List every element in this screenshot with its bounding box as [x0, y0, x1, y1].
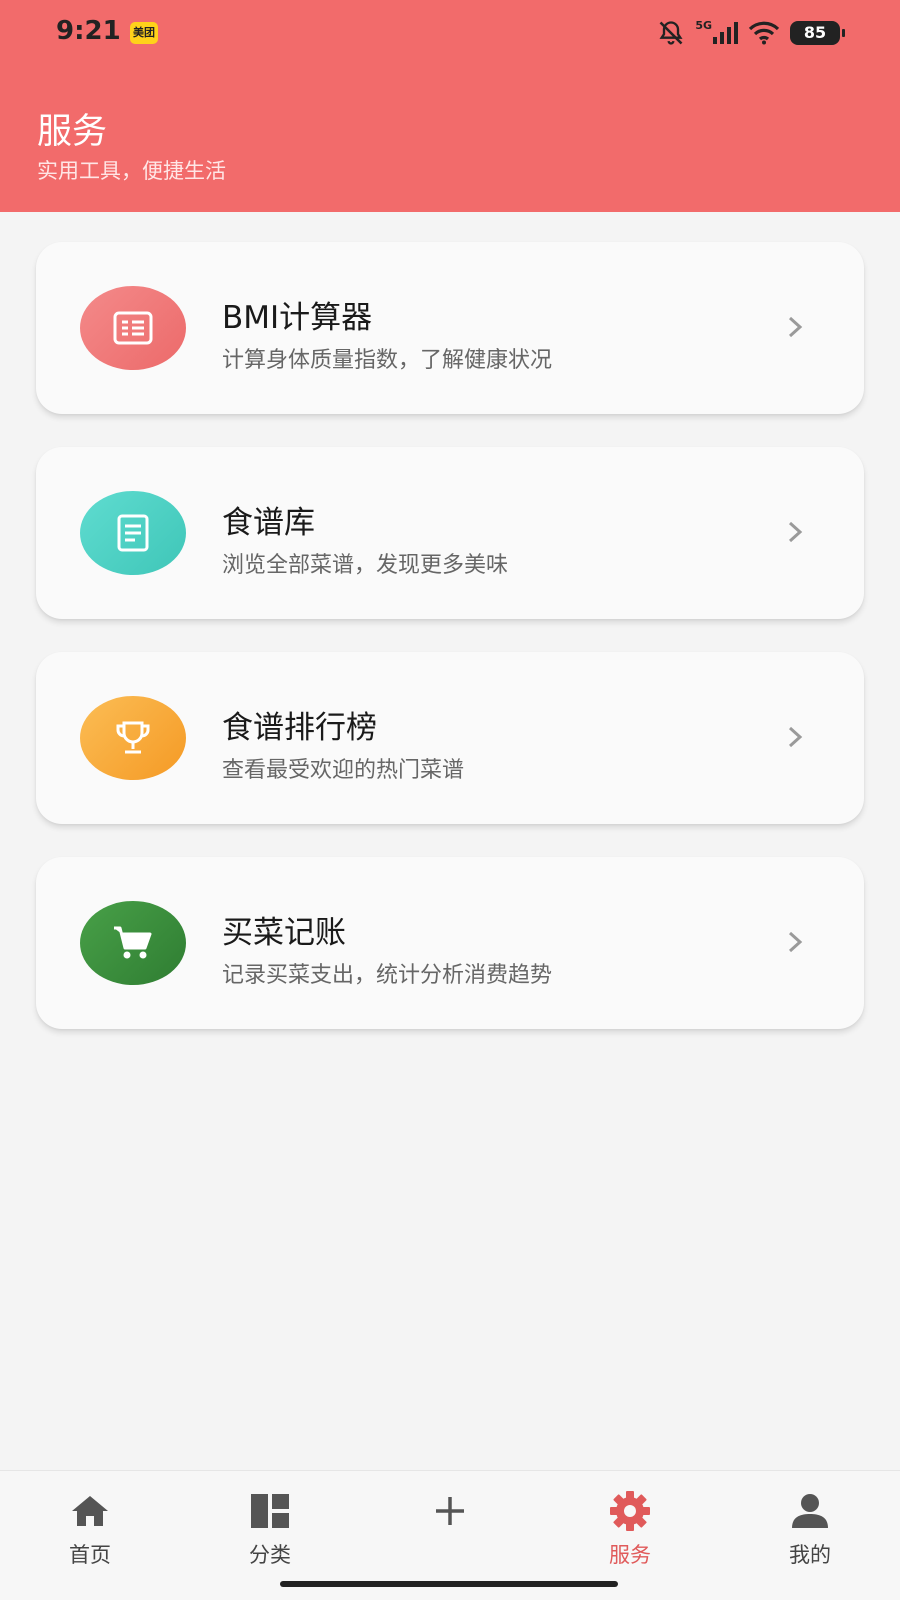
signal-icon	[713, 22, 738, 44]
nav-label: 首页	[69, 1543, 111, 1567]
plus-icon	[390, 1491, 510, 1531]
status-time: 9:21	[56, 16, 121, 46]
page-title: 服务	[37, 112, 108, 152]
gear-icon	[570, 1491, 690, 1531]
nav-label: 服务	[609, 1543, 651, 1567]
bell-off-icon	[659, 21, 683, 45]
document-icon	[80, 491, 186, 575]
nav-label: 分类	[249, 1543, 291, 1567]
chevron-right-icon	[788, 726, 803, 748]
person-icon	[750, 1491, 870, 1531]
chevron-right-icon	[788, 931, 803, 953]
service-description: 浏览全部菜谱，发现更多美味	[222, 553, 509, 578]
wifi-icon	[748, 21, 780, 45]
service-title: 食谱排行榜	[222, 710, 377, 746]
service-title: BMI计算器	[222, 300, 373, 336]
nav-item-services[interactable]: 服务	[570, 1491, 690, 1571]
service-card-ranking[interactable]: 食谱排行榜 查看最受欢迎的热门菜谱	[36, 652, 864, 824]
nav-item-profile[interactable]: 我的	[750, 1491, 870, 1571]
nav-item-add[interactable]	[390, 1491, 510, 1571]
chevron-right-icon	[788, 316, 803, 338]
network-type: 5G	[695, 18, 712, 32]
home-icon	[30, 1491, 150, 1531]
page-subtitle: 实用工具，便捷生活	[37, 159, 226, 183]
nav-label: 我的	[789, 1543, 831, 1567]
service-description: 计算身体质量指数，了解健康状况	[222, 348, 553, 373]
service-description: 记录买菜支出，统计分析消费趋势	[222, 963, 553, 988]
app-notification-badge: 美团	[130, 22, 158, 44]
service-title: 买菜记账	[222, 915, 346, 951]
status-bar: 9:21 美团 5G 85	[0, 0, 900, 66]
nav-item-home[interactable]: 首页	[30, 1491, 150, 1571]
home-indicator	[280, 1581, 618, 1587]
cart-icon	[80, 901, 186, 985]
chevron-right-icon	[788, 521, 803, 543]
nav-item-categories[interactable]: 分类	[210, 1491, 330, 1571]
service-card-recipes[interactable]: 食谱库 浏览全部菜谱，发现更多美味	[36, 447, 864, 619]
service-title: 食谱库	[222, 505, 315, 541]
header: 9:21 美团 5G 85 服务 实用工具，便捷生活	[0, 0, 900, 212]
trophy-icon	[80, 696, 186, 780]
battery-indicator: 85	[790, 21, 845, 45]
grid-icon	[210, 1491, 330, 1531]
status-icons: 5G 85	[657, 18, 845, 48]
service-card-grocery-ledger[interactable]: 买菜记账 记录买菜支出，统计分析消费趋势	[36, 857, 864, 1029]
service-card-bmi[interactable]: BMI计算器 计算身体质量指数，了解健康状况	[36, 242, 864, 414]
service-description: 查看最受欢迎的热门菜谱	[222, 758, 465, 783]
calculator-icon	[80, 286, 186, 370]
